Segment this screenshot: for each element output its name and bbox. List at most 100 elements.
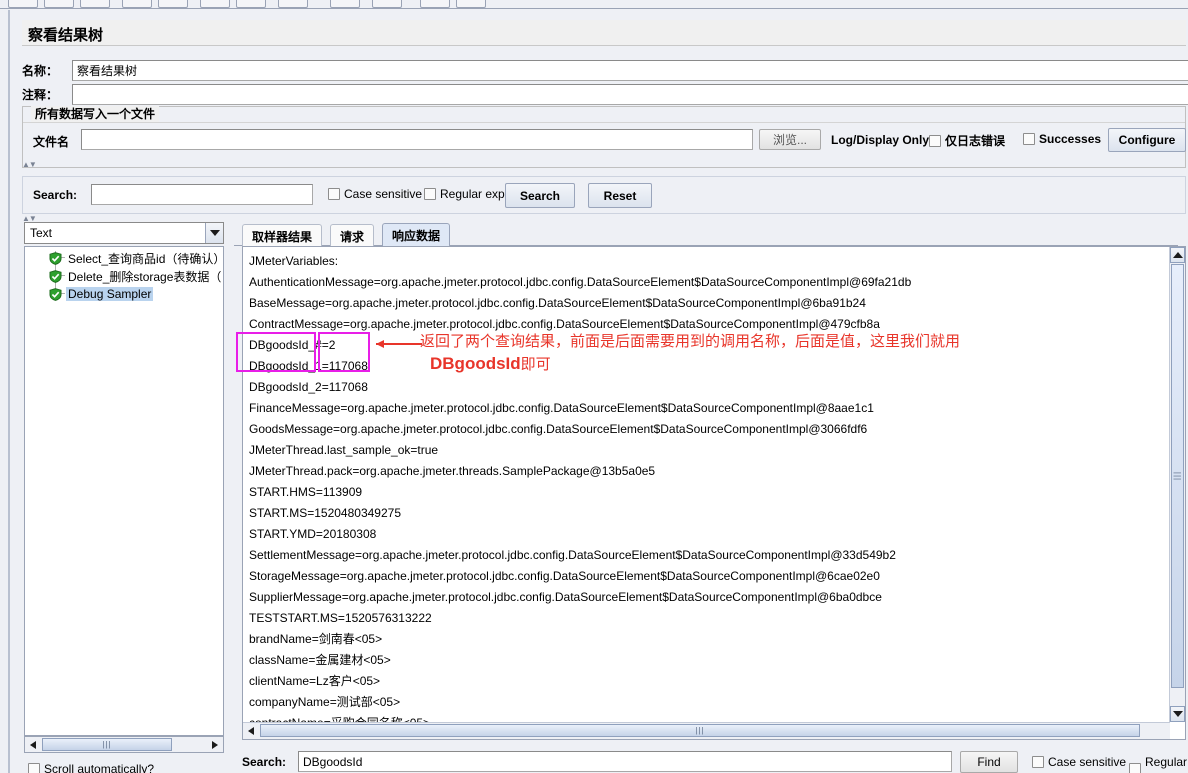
find-input[interactable] (298, 751, 952, 772)
response-horizontal-scrollbar[interactable]: ||| (243, 722, 1170, 739)
chevron-down-icon[interactable] (205, 223, 223, 243)
group-collapse-toggle[interactable]: ▲▼ (22, 160, 37, 169)
tree-search-bar: Search: Case sensitive Regular exp. Sear… (22, 176, 1186, 214)
case-sensitive-label: Case sensitive (1048, 755, 1127, 769)
toolbar-button[interactable] (122, 0, 152, 8)
log-display-only-label: Log/Display Only: (831, 133, 934, 147)
tab-request[interactable]: 请求 (330, 224, 375, 246)
toolbar-button[interactable] (420, 0, 450, 8)
response-line: GoodsMessage=org.apache.jmeter.protocol.… (249, 422, 868, 436)
name-row: 名称： (22, 60, 1188, 82)
find-button[interactable]: Find (960, 751, 1018, 773)
response-line: AuthenticationMessage=org.apache.jmeter.… (249, 275, 912, 289)
response-line: contractName=采购合同名称<05> (247, 713, 1168, 722)
comment-label: 注释： (22, 88, 59, 102)
search-input[interactable] (91, 184, 313, 205)
tree-item-select-query-goods-id[interactable]: Select_查询商品id（待确认） (49, 249, 223, 267)
renderer-select[interactable]: Text (24, 222, 224, 244)
response-data-textarea[interactable]: JMeterVariables: AuthenticationMessage=or… (242, 246, 1186, 740)
checkbox-box[interactable] (1032, 756, 1044, 768)
toolbar-button[interactable] (200, 0, 230, 8)
renderer-selected-value: Text (30, 226, 53, 240)
comment-row: 注释： (22, 84, 1188, 106)
main-panel: 察看结果树 名称： 注释： 所有数据写入一个文件 文件名 浏览... Log/D… (8, 10, 1188, 773)
scrollbar-thumb[interactable]: ||| (42, 738, 172, 751)
comment-input[interactable] (72, 84, 1188, 105)
toolbar-button[interactable] (236, 0, 266, 8)
checkbox-box[interactable] (28, 763, 40, 773)
configure-button[interactable]: Configure (1108, 128, 1186, 152)
find-case-sensitive-checkbox[interactable]: Case sensitive (1032, 755, 1126, 769)
search-case-sensitive-checkbox[interactable]: Case sensitive (328, 187, 422, 201)
scrollbar-thumb[interactable]: ||| (1171, 264, 1184, 688)
case-sensitive-label: Case sensitive (344, 187, 423, 201)
toolbar-button[interactable] (456, 0, 486, 8)
search-label: Search: (33, 188, 78, 202)
response-line: START.MS=1520480349275 (249, 506, 401, 520)
response-line: companyName=测试部<05> (249, 695, 401, 709)
write-all-data-group: 所有数据写入一个文件 文件名 浏览... Log/Display Only: 仅… (22, 106, 1186, 168)
toolbar-button[interactable] (330, 0, 360, 8)
filename-input[interactable] (81, 129, 753, 150)
response-vertical-scrollbar[interactable]: ||| (1169, 247, 1185, 722)
grip-icon: ||| (1172, 471, 1182, 481)
tab-response-data[interactable]: 响应数据 (382, 223, 451, 246)
search-button[interactable]: Search (505, 183, 575, 208)
scroll-up-button[interactable] (1170, 247, 1185, 263)
tree-item-label: Delete_删除storage表数据（ (68, 269, 222, 284)
checkbox-box[interactable] (1023, 133, 1035, 145)
grip-icon: ||| (102, 740, 112, 749)
scrollbar-thumb[interactable]: ||| (260, 724, 1140, 737)
response-line: JMeterVariables: (249, 254, 339, 268)
toolbar-button[interactable] (8, 0, 38, 8)
response-line: ContractMessage=org.apache.jmeter.protoc… (249, 317, 880, 331)
browse-button[interactable]: 浏览... (759, 129, 821, 150)
search-regular-exp-checkbox[interactable]: Regular exp. (424, 187, 508, 201)
tab-sampler-result[interactable]: 取样器结果 (242, 224, 323, 246)
find-regular-exp-checkbox[interactable]: Regular exp. (1129, 755, 1187, 773)
response-line: SettlementMessage=org.apache.jmeter.prot… (249, 548, 896, 562)
page-title: 察看结果树 (22, 20, 1186, 46)
response-line: SupplierMessage=org.apache.jmeter.protoc… (249, 590, 882, 604)
scroll-automatically-checkbox[interactable]: Scroll automatically? (28, 762, 154, 773)
checkbox-box[interactable] (1129, 763, 1141, 773)
success-shield-icon (49, 251, 62, 265)
find-label: Search: (242, 755, 287, 769)
tree-item-debug-sampler[interactable]: Debug Sampler (49, 285, 223, 303)
reset-button[interactable]: Reset (588, 183, 652, 208)
scroll-left-button[interactable] (25, 737, 41, 752)
toolbar-strip (0, 0, 1188, 9)
group-divider (23, 122, 1185, 123)
success-shield-icon (49, 287, 62, 301)
tree-item-delete-storage-data[interactable]: Delete_删除storage表数据（ (49, 267, 223, 285)
errors-only-checkbox[interactable]: 仅日志错误 (929, 132, 1005, 149)
response-line: DBgoodsId_#=2 (249, 338, 336, 352)
toolbar-button[interactable] (372, 0, 402, 8)
find-bar: Search: Find Case sensitive Regular exp. (242, 746, 1187, 773)
toolbar-button[interactable] (44, 0, 74, 8)
successes-label: Successes (1039, 132, 1102, 146)
sampler-results-tree[interactable]: Select_查询商品id（待确认） Delete_删除storage表数据（ (24, 246, 224, 736)
tree-horizontal-scrollbar[interactable]: ||| (24, 736, 224, 753)
grip-icon: ||| (695, 726, 705, 735)
tree-item-label: Select_查询商品id（待确认） (68, 251, 224, 266)
toolbar-button[interactable] (278, 0, 308, 8)
filename-label: 文件名 (33, 135, 70, 149)
response-line: DBgoodsId_1=117068 (249, 359, 368, 373)
toolbar-button[interactable] (158, 0, 188, 8)
scroll-left-button[interactable] (243, 723, 259, 738)
response-line: JMeterThread.last_sample_ok=true (249, 443, 439, 457)
write-all-data-group-title: 所有数据写入一个文件 (31, 106, 160, 122)
successes-checkbox[interactable]: Successes (1023, 132, 1101, 146)
scroll-down-button[interactable] (1170, 706, 1185, 722)
scroll-right-button[interactable] (207, 737, 223, 752)
response-line: JMeterThread.pack=org.apache.jmeter.thre… (249, 464, 656, 478)
toolbar-button[interactable] (80, 0, 110, 8)
checkbox-box[interactable] (328, 188, 340, 200)
response-line: START.HMS=113909 (249, 485, 363, 499)
response-line: FinanceMessage=org.apache.jmeter.protoco… (249, 401, 874, 415)
response-line: StorageMessage=org.apache.jmeter.protoco… (249, 569, 880, 583)
name-input[interactable] (72, 60, 1188, 81)
checkbox-box[interactable] (424, 188, 436, 200)
checkbox-box[interactable] (929, 134, 941, 147)
